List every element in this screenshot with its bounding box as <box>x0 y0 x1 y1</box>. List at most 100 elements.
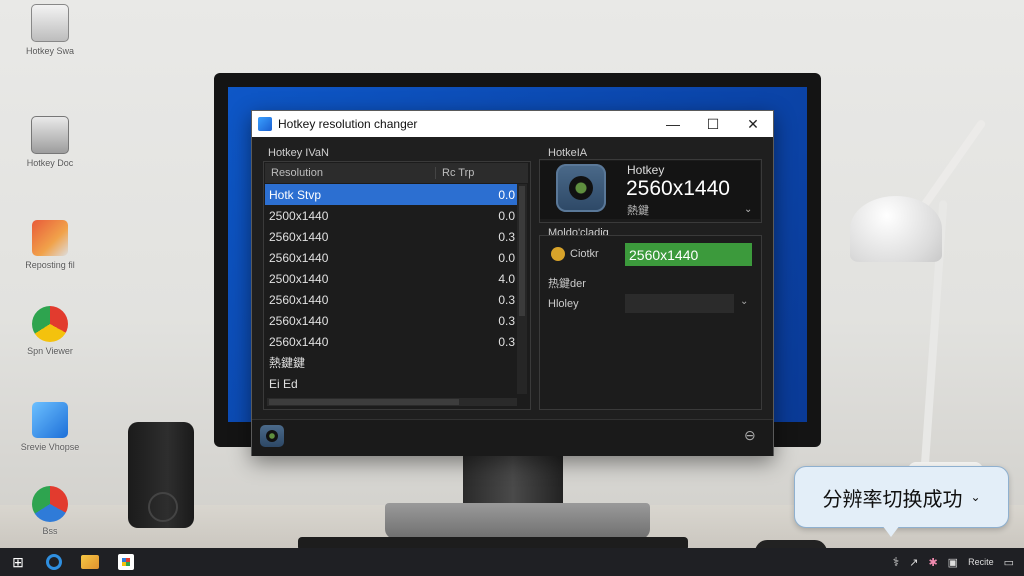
close-button[interactable]: ✕ <box>733 111 773 137</box>
arrow-icon[interactable]: ↗ <box>909 556 918 569</box>
lens-icon <box>569 176 593 200</box>
list-item-value: 0.0 <box>498 250 515 265</box>
list-item[interactable]: 2560x1440 0.3 <box>265 331 517 352</box>
desktop-icon-srevie[interactable]: Srevie Vhopse <box>14 402 86 452</box>
lens-icon <box>266 430 278 442</box>
list-item-value: 0.3 <box>498 229 515 244</box>
speaker-cone <box>148 492 178 522</box>
desktop-icon-hotkey-swa[interactable]: Hotkey Swa <box>14 4 86 56</box>
list-item-value: 0.3 <box>498 292 515 307</box>
list-item-name: 2500x1440 <box>269 208 329 223</box>
screen-icon <box>32 402 68 438</box>
horizontal-scrollbar[interactable] <box>267 398 517 406</box>
desktop-icon-hotkey-doc[interactable]: Hotkey Doc <box>14 116 86 168</box>
list-item-value: 0.3 <box>498 313 515 328</box>
list-item-name: 2500x1440 <box>269 271 329 286</box>
hotkey-panel-title: HotkeIA <box>548 147 588 159</box>
app-window-icon <box>31 4 69 42</box>
hotkey-resolution: 2560x1440 <box>626 177 730 200</box>
scroll-thumb[interactable] <box>519 186 525 316</box>
hotkey-label: Hotkey <box>627 163 665 177</box>
desktop-icon-label: Hotkey Swa <box>25 46 75 56</box>
list-item-value: 4.0 <box>498 271 515 286</box>
explorer-icon[interactable] <box>72 548 108 576</box>
list-item[interactable]: 2500x1440 4.0 <box>265 268 517 289</box>
desktop-icon-label: Reposting fil <box>25 260 75 270</box>
title-bar[interactable]: Hotkey resolution changer — ☐ ✕ <box>252 111 773 137</box>
left-panel-title: Hotkey IVaN <box>268 147 329 159</box>
monitor-stand <box>463 447 563 507</box>
pink-star-icon[interactable]: ✱ <box>928 556 937 569</box>
desktop-icon-label: Spn Viewer <box>27 346 73 356</box>
desktop-icon-bss[interactable]: Bss <box>14 486 86 536</box>
lamp-head <box>850 196 942 262</box>
ie-icon[interactable] <box>36 548 72 576</box>
camera-app-icon <box>556 164 606 212</box>
tray-label: Recite <box>968 557 994 567</box>
column-header-resolution[interactable]: Resolution <box>265 167 436 179</box>
maximize-button[interactable]: ☐ <box>693 111 733 137</box>
toast-tail <box>882 525 900 537</box>
list-item-name: 2560x1440 <box>269 292 329 307</box>
list-item-name: 2560x1440 <box>269 250 329 265</box>
taskbar: ⊞ ⚕ ↗ ✱ ▣ Recite ▭ <box>0 548 1024 576</box>
document-icon <box>31 116 69 154</box>
start-button[interactable]: ⊞ <box>0 548 36 576</box>
list-item[interactable]: 2560x1440 0.3 <box>265 289 517 310</box>
field1-label: Ciotkr <box>570 248 599 260</box>
speaker <box>128 422 194 528</box>
list-item[interactable]: Hotk Stvp 0.0 <box>265 184 517 205</box>
list-item[interactable]: 2560x1440 0.3 <box>265 310 517 331</box>
browser-icon <box>32 486 68 522</box>
list-item-name: 2560x1440 <box>269 313 329 328</box>
list-header: Resolution Rc Trp <box>265 163 528 183</box>
section2-title: 热鍵der <box>548 278 586 290</box>
notification-icon[interactable]: ▭ <box>1004 556 1014 569</box>
gear-icon <box>551 247 565 261</box>
network-icon[interactable]: ⚕ <box>893 555 900 569</box>
toast-message: 分辨率切换成功 <box>822 488 963 511</box>
list-item[interactable]: Ei Ed <box>265 373 517 394</box>
volume-icon[interactable]: ▣ <box>948 556 958 569</box>
column-header-rate[interactable]: Rc Trp <box>436 167 474 179</box>
minimize-button[interactable]: — <box>653 111 693 137</box>
list-item-value: 0.0 <box>498 187 515 202</box>
field2-label: Hloley <box>548 298 579 310</box>
list-item[interactable]: 2500x1440 0.0 <box>265 205 517 226</box>
list-item-value: 0.3 <box>498 334 515 349</box>
monitor-base <box>385 503 650 539</box>
list-item[interactable]: 2560x1440 0.3 <box>265 226 517 247</box>
image-file-icon <box>32 220 68 256</box>
list-item[interactable]: 2560x1440 0.0 <box>265 247 517 268</box>
system-tray: ⚕ ↗ ✱ ▣ Recite ▭ <box>893 548 1024 576</box>
desktop-icon-label: Srevie Vhopse <box>20 442 80 452</box>
scroll-thumb[interactable] <box>269 399 459 405</box>
settings-icon[interactable]: ⊖ <box>744 427 756 444</box>
store-icon[interactable] <box>108 548 144 576</box>
resolution-field[interactable]: 2560x1440 <box>625 243 752 266</box>
chevron-down-icon[interactable]: ⌄ <box>744 204 752 215</box>
list-item-name: Ei Ed <box>269 376 298 391</box>
hotkey-resolution-window: Hotkey resolution changer — ☐ ✕ Hotkey I… <box>251 110 774 456</box>
desktop-icon-reposting[interactable]: Reposting fil <box>14 220 86 270</box>
list-item-name: 2560x1440 <box>269 334 329 349</box>
success-toast[interactable]: 分辨率切换成功 ⌄ <box>794 466 1009 528</box>
chevron-down-icon[interactable]: ⌄ <box>740 296 748 307</box>
camera-app-icon[interactable] <box>260 425 284 447</box>
window-footer <box>252 419 773 456</box>
app-icon <box>258 117 272 131</box>
chevron-down-icon[interactable]: ⌄ <box>970 490 980 504</box>
hotkey-sublabel: 熱鍵 <box>627 205 649 217</box>
vertical-scrollbar[interactable] <box>517 184 527 394</box>
desktop-icon-label: Bss <box>42 526 58 536</box>
list-item-name: 熱鍵鍵 <box>269 356 306 370</box>
desktop-icon-label: Hotkey Doc <box>26 158 74 168</box>
list-item-value: 0.0 <box>498 208 515 223</box>
list-item-name: Hotk Stvp <box>269 187 322 202</box>
browser-icon <box>32 306 68 342</box>
desktop-icon-spn-viewer[interactable]: Spn Viewer <box>14 306 86 356</box>
list-item[interactable]: 熱鍵鍵 <box>265 352 517 373</box>
hotkey-dropdown[interactable] <box>625 294 734 313</box>
window-title: Hotkey resolution changer <box>278 117 418 131</box>
list-item-name: 2560x1440 <box>269 229 329 244</box>
